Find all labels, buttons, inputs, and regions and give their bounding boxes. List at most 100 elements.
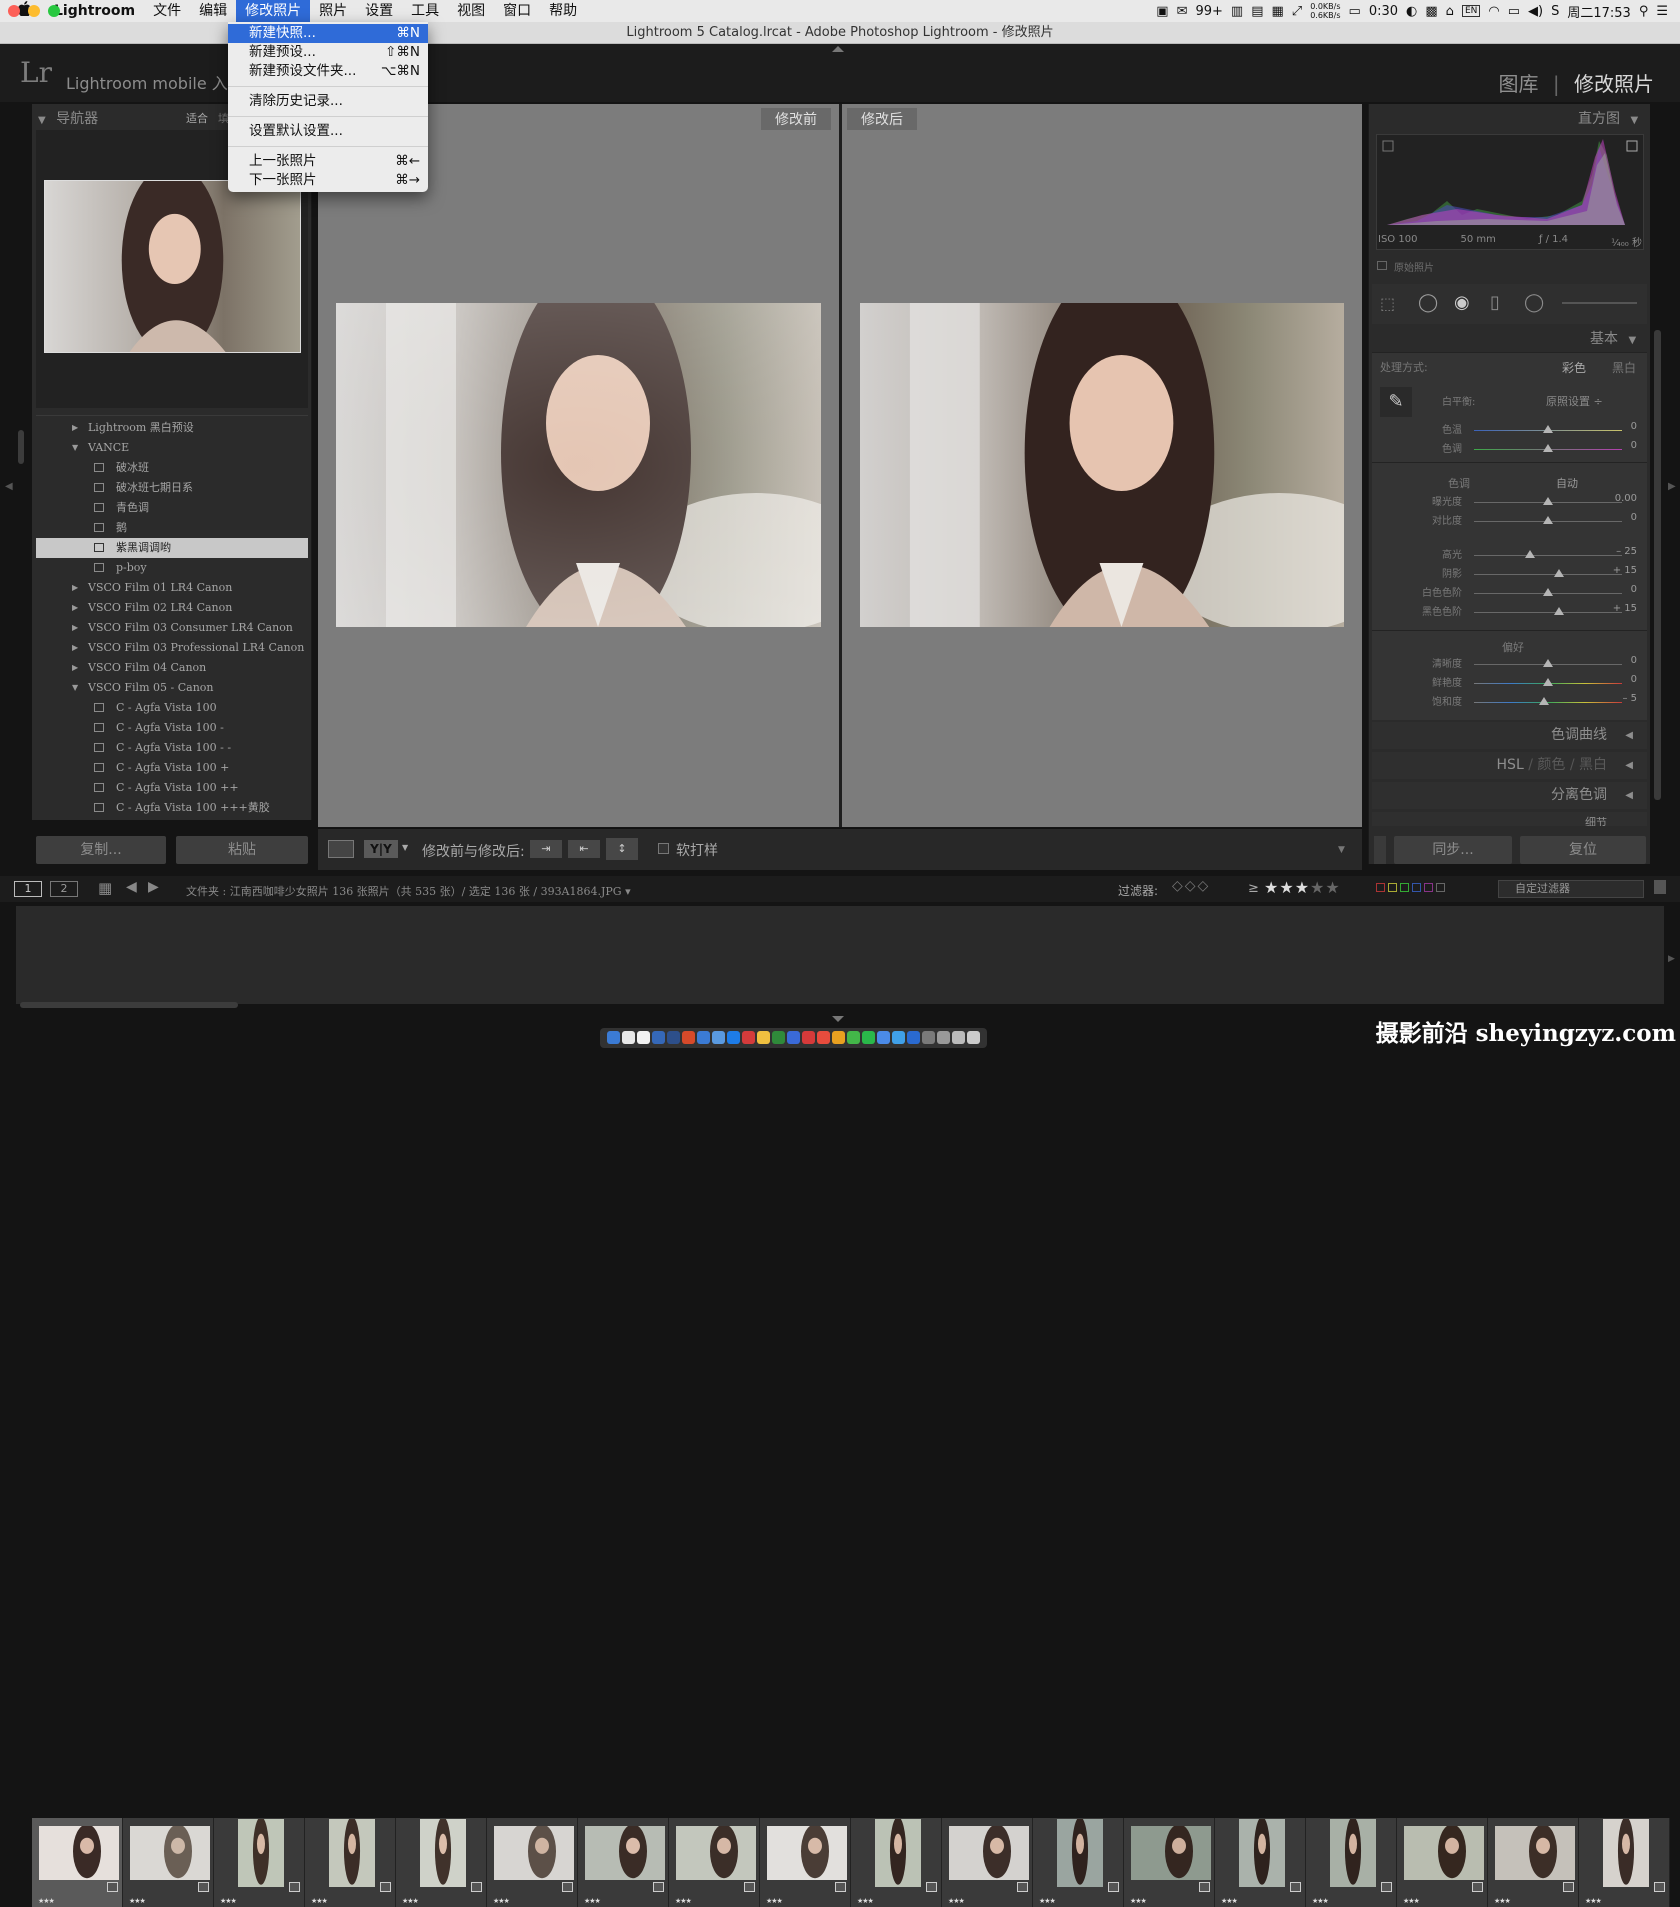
dock-app-icon[interactable] — [712, 1031, 725, 1044]
dock-app-icon[interactable] — [877, 1031, 890, 1044]
collapsed-triangle-icon[interactable]: ▶ — [72, 638, 78, 658]
histogram[interactable] — [1376, 134, 1644, 250]
filmstrip-scrollbar[interactable] — [20, 1002, 238, 1008]
filmstrip-thumbnail[interactable]: ★★★ — [851, 1818, 942, 1907]
airplay-icon[interactable]: ▭ — [1508, 4, 1520, 19]
notification-center-icon[interactable]: ☰ — [1656, 4, 1668, 19]
preset-item[interactable]: C - Agfa Vista 100 +++黄胶 — [36, 798, 308, 818]
copy-after-to-before-button[interactable]: ⇤ — [568, 840, 600, 858]
original-photo-checkbox[interactable] — [1377, 261, 1387, 270]
adjustment-brush-slider[interactable] — [1562, 302, 1637, 304]
filmstrip-thumbnail[interactable]: ★★★ — [1579, 1818, 1670, 1907]
slider-value[interactable]: 0 — [1597, 421, 1637, 432]
collapsed-triangle-icon[interactable]: ▶ — [72, 658, 78, 678]
preset-folder[interactable]: ▶ VSCO Film 01 LR4 Canon — [36, 578, 308, 598]
tone-curve-panel[interactable]: 色调曲线 ◀ — [1372, 722, 1647, 749]
filmstrip-thumbnail[interactable]: ★★★ — [578, 1818, 669, 1907]
dock-app-icon[interactable] — [892, 1031, 905, 1044]
hsl-panel[interactable]: HSL / 颜色 / 黑白 ◀ — [1372, 752, 1647, 779]
menu-help[interactable]: 帮助 — [540, 0, 586, 22]
preset-folder[interactable]: ▶ VSCO Film 04 Canon — [36, 658, 308, 678]
dock-app-icon[interactable] — [787, 1031, 800, 1044]
slider-value[interactable]: 0 — [1597, 440, 1637, 451]
filmstrip-thumbnail[interactable]: ★★★ — [942, 1818, 1033, 1907]
preset-item[interactable]: C - Agfa Vista 100 — [36, 698, 308, 718]
close-window-button[interactable] — [8, 5, 20, 17]
filmstrip-thumbnail[interactable]: ★★★ — [1306, 1818, 1397, 1907]
navigator-preview[interactable] — [44, 180, 301, 353]
screen-record-icon[interactable]: ▣ — [1156, 4, 1168, 19]
grid-icon[interactable]: ▩ — [1425, 4, 1437, 19]
collapsed-triangle-icon[interactable]: ▶ — [72, 598, 78, 618]
filter-lock-icon[interactable] — [1654, 880, 1666, 894]
preset-folder[interactable]: ▶ VSCO Film 02 LR4 Canon — [36, 598, 308, 618]
sync-button[interactable]: 同步... — [1394, 836, 1512, 864]
activity-monitor-icon[interactable]: ▥ — [1231, 4, 1243, 19]
collapsed-triangle-icon[interactable]: ▶ — [72, 578, 78, 598]
slider-value[interactable]: 0 — [1597, 584, 1637, 595]
filmstrip-thumbnail[interactable]: ★★★ — [487, 1818, 578, 1907]
menu-item[interactable]: 新建快照... ⌘N — [228, 24, 428, 43]
preset-folder[interactable]: ▼ VSCO Film 05 - Canon — [36, 678, 308, 698]
dock-app-icon[interactable] — [937, 1031, 950, 1044]
detail-panel[interactable]: 细节 — [1372, 812, 1647, 826]
filmstrip-thumbnail[interactable]: ★★★ — [1488, 1818, 1579, 1907]
battery-icon[interactable]: ▭ — [1349, 4, 1361, 19]
filmstrip-scroll-right-icon[interactable]: ▶ — [1668, 954, 1675, 964]
dock-app-icon[interactable] — [742, 1031, 755, 1044]
flag-filter-icons[interactable]: ◇◇◇ — [1172, 878, 1210, 894]
preset-folder[interactable]: ▶ VSCO Film 03 Consumer LR4 Canon — [36, 618, 308, 638]
reset-button[interactable]: 复位 — [1520, 836, 1646, 864]
module-develop[interactable]: 修改照片 — [1574, 72, 1654, 96]
dock-app-icon[interactable] — [607, 1031, 620, 1044]
right-panel-toggle-icon[interactable]: ▶ — [1668, 481, 1676, 492]
dock-app-icon[interactable] — [862, 1031, 875, 1044]
preset-item[interactable]: 青色调 — [36, 498, 308, 518]
slider-handle[interactable] — [1539, 697, 1550, 705]
filter-preset-select[interactable]: 自定过滤器 — [1498, 880, 1644, 898]
menu-file[interactable]: 文件 — [144, 0, 190, 22]
wechat-icon[interactable]: ✉ — [1177, 4, 1188, 19]
module-library[interactable]: 图库 — [1499, 72, 1539, 96]
preset-item[interactable]: 鹅 — [36, 518, 308, 538]
mode-dropdown-icon[interactable]: ▼ — [402, 843, 408, 852]
menu-item[interactable]: 新建预设... ⇧⌘N — [228, 43, 428, 62]
filmstrip-thumbnail[interactable]: ★★★ — [123, 1818, 214, 1907]
copy-before-to-after-button[interactable]: ⇥ — [530, 840, 562, 858]
menu-item[interactable]: 上一张照片 ⌘← — [228, 152, 428, 171]
second-window-button[interactable]: 2 — [50, 881, 78, 897]
filmstrip-thumbnail[interactable]: ★★★ — [396, 1818, 487, 1907]
eyedropper-icon[interactable]: ✎ — [1380, 387, 1412, 417]
expanded-triangle-icon[interactable]: ▼ — [72, 438, 78, 458]
dock-app-icon[interactable] — [757, 1031, 770, 1044]
collapsed-triangle-icon[interactable]: ▶ — [72, 618, 78, 638]
slider-handle[interactable] — [1543, 425, 1553, 433]
preset-item[interactable]: p-boy — [36, 558, 308, 578]
dock-app-icon[interactable] — [637, 1031, 650, 1044]
preset-folder[interactable]: ▶ Lightroom 黑白预设 — [36, 418, 308, 438]
dock-app-icon[interactable] — [967, 1031, 980, 1044]
dock-app-icon[interactable] — [697, 1031, 710, 1044]
filmstrip-thumbnail[interactable]: ★★★ — [1033, 1818, 1124, 1907]
rating-filter-stars[interactable]: ★★★★★ — [1264, 878, 1341, 897]
dock-app-icon[interactable] — [652, 1031, 665, 1044]
filmstrip-thumbnail[interactable]: ★★★ — [1215, 1818, 1306, 1907]
resize-icon[interactable]: ⤢ — [1292, 4, 1302, 19]
filmstrip-thumbnail[interactable]: ★★★ — [760, 1818, 851, 1907]
preset-item[interactable]: C - Agfa Vista 100 - — [36, 718, 308, 738]
input-method[interactable]: EN — [1461, 5, 1481, 17]
menu-tools[interactable]: 工具 — [402, 0, 448, 22]
paste-settings-button[interactable]: 粘贴 — [176, 836, 308, 864]
auto-tone-button[interactable]: 自动 — [1556, 475, 1578, 491]
filmstrip-thumbnail[interactable]: ★★★ — [1397, 1818, 1488, 1907]
expanded-triangle-icon[interactable]: ▼ — [72, 678, 78, 698]
dock-app-icon[interactable] — [772, 1031, 785, 1044]
forward-arrow-icon[interactable]: ▶ — [148, 879, 159, 895]
softproof-checkbox[interactable] — [658, 843, 669, 854]
menu-settings[interactable]: 设置 — [356, 0, 402, 22]
minimize-window-button[interactable] — [28, 5, 40, 17]
dock-app-icon[interactable] — [922, 1031, 935, 1044]
collapsed-triangle-icon[interactable]: ▶ — [72, 418, 78, 438]
dock-app-icon[interactable] — [847, 1031, 860, 1044]
loupe-view-button[interactable] — [328, 840, 354, 858]
